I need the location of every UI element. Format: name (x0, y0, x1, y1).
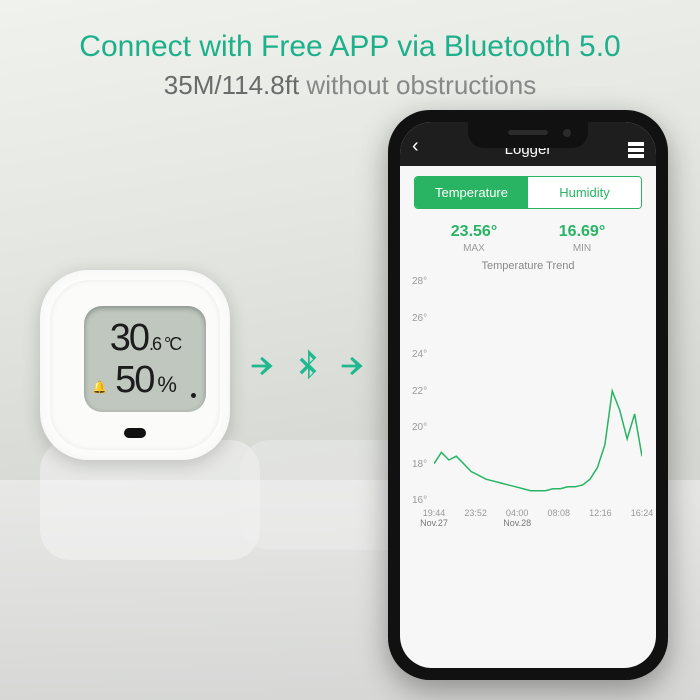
stats-row: 23.56° MAX 16.69° MIN (420, 223, 636, 254)
grid-icon[interactable] (628, 142, 644, 158)
temperature-chart: 28°26°24°22°20°18°16° 19:44Nov.2723:5204… (410, 276, 646, 536)
tab-bar: Temperature Humidity (414, 176, 642, 209)
sensor-hum-unit: % (157, 374, 175, 396)
chart-y-axis: 28°26°24°22°20°18°16° (412, 276, 427, 506)
app-screen: ‹ Logger Temperature Humidity 23.56° MAX… (400, 122, 656, 668)
heading-sub-rest: without obstructions (299, 70, 536, 100)
indicator-dot-icon (191, 393, 196, 398)
phone-speaker (508, 130, 548, 135)
sensor-temperature: 30 .6 °C (110, 319, 181, 357)
sensor-lcd: 30 .6 °C 50 % 🔔 (84, 306, 206, 412)
tab-temperature[interactable]: Temperature (415, 177, 528, 208)
arrow-right-icon (336, 349, 370, 383)
stat-min-label: MIN (559, 243, 605, 254)
back-icon[interactable]: ‹ (412, 135, 419, 158)
bluetooth-connection-indicator (246, 346, 370, 386)
heading-sub-distance: 35M/114.8ft (164, 70, 299, 100)
bluetooth-icon (288, 346, 328, 386)
chart-title: Temperature Trend (400, 260, 656, 272)
sensor-hum-int: 50 (115, 361, 153, 399)
stat-min-value: 16.69° (559, 223, 605, 241)
phone-mockup: ‹ Logger Temperature Humidity 23.56° MAX… (388, 110, 668, 680)
heading-main: Connect with Free APP via Bluetooth 5.0 (0, 30, 700, 64)
stat-max: 23.56° MAX (451, 223, 497, 254)
chart-x-axis: 19:44Nov.2723:5204:00Nov.2808:0812:1616:… (434, 508, 642, 536)
sensor-temp-unit: °C (164, 335, 180, 353)
sensor-body: 30 .6 °C 50 % 🔔 (50, 280, 220, 450)
chart-plot-area (434, 276, 642, 506)
tab-humidity[interactable]: Humidity (528, 177, 641, 208)
sensor-ir-window (124, 428, 146, 438)
sensor-temp-int: 30 (110, 319, 148, 357)
sensor-temp-dec: .6 (149, 335, 160, 353)
stat-min: 16.69° MIN (559, 223, 605, 254)
heading-sub: 35M/114.8ft without obstructions (0, 64, 700, 101)
phone-camera (563, 129, 571, 137)
bell-icon: 🔔 (92, 380, 107, 394)
stat-max-value: 23.56° (451, 223, 497, 241)
sensor-device: 30 .6 °C 50 % 🔔 (40, 270, 230, 460)
sensor-humidity: 50 % (115, 361, 175, 399)
arrow-right-icon (246, 349, 280, 383)
stat-max-label: MAX (451, 243, 497, 254)
